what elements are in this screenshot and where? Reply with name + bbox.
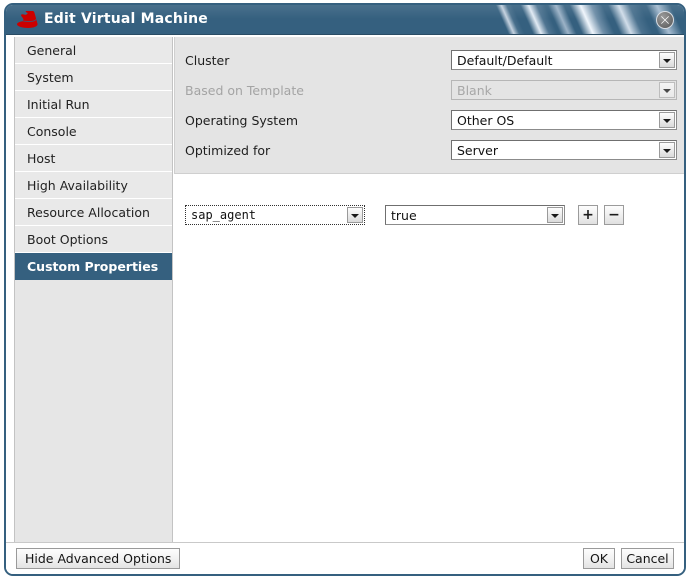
sidebar-item-high-availability[interactable]: High Availability — [15, 172, 172, 199]
sidebar-item-boot-options[interactable]: Boot Options — [15, 226, 172, 253]
chevron-down-icon — [659, 82, 675, 98]
remove-property-button[interactable]: − — [604, 205, 624, 225]
sidebar-item-general[interactable]: General — [15, 37, 172, 64]
cancel-button[interactable]: Cancel — [621, 548, 674, 569]
sidebar-item-custom-properties[interactable]: Custom Properties — [15, 253, 172, 280]
based-on-template-label: Based on Template — [185, 83, 304, 98]
chevron-down-icon[interactable] — [547, 207, 563, 223]
sidebar: General System Initial Run Console Host … — [14, 37, 173, 546]
custom-property-key-value: sap_agent — [191, 208, 256, 223]
form-row-cluster: Cluster Default/Default — [175, 46, 686, 76]
custom-property-value-value: true — [391, 208, 417, 223]
dialog-body: General System Initial Run Console Host … — [6, 35, 684, 548]
optimized-for-select[interactable]: Server — [451, 140, 677, 160]
sidebar-item-host[interactable]: Host — [15, 145, 172, 172]
plus-icon: + — [579, 206, 597, 224]
operating-system-label: Operating System — [185, 113, 298, 128]
main-content: Cluster Default/Default Based on Templat… — [173, 37, 682, 546]
chevron-down-icon[interactable] — [347, 207, 363, 223]
vm-summary-panel: Cluster Default/Default Based on Templat… — [174, 37, 686, 174]
based-on-template-select: Blank — [451, 80, 677, 100]
optimized-for-label: Optimized for — [185, 143, 270, 158]
based-on-template-value: Blank — [457, 83, 492, 98]
titlebar-streaks — [424, 5, 684, 34]
custom-property-value-select[interactable]: true — [385, 205, 565, 225]
form-row-operating-system: Operating System Other OS — [175, 106, 686, 136]
sidebar-item-initial-run[interactable]: Initial Run — [15, 91, 172, 118]
custom-property-row: sap_agent true + − — [185, 205, 665, 229]
chevron-down-icon[interactable] — [659, 52, 675, 68]
edit-vm-dialog: Edit Virtual Machine General System Init… — [4, 3, 686, 576]
sidebar-item-console[interactable]: Console — [15, 118, 172, 145]
sidebar-item-system[interactable]: System — [15, 64, 172, 91]
chevron-down-icon[interactable] — [659, 112, 675, 128]
optimized-for-value: Server — [457, 143, 498, 158]
window-title: Edit Virtual Machine — [44, 10, 208, 29]
form-row-based-on-template: Based on Template Blank — [175, 76, 686, 106]
dialog-footer: Hide Advanced Options OK Cancel — [6, 542, 684, 574]
minus-icon: − — [605, 206, 623, 224]
cluster-label: Cluster — [185, 53, 229, 68]
cluster-value: Default/Default — [457, 53, 553, 68]
operating-system-value: Other OS — [457, 113, 514, 128]
sidebar-item-resource-allocation[interactable]: Resource Allocation — [15, 199, 172, 226]
chevron-down-icon[interactable] — [659, 142, 675, 158]
cluster-select[interactable]: Default/Default — [451, 50, 677, 70]
operating-system-select[interactable]: Other OS — [451, 110, 677, 130]
add-property-button[interactable]: + — [578, 205, 598, 225]
redhat-shadowman-icon — [16, 11, 38, 28]
title-bar: Edit Virtual Machine — [6, 5, 684, 35]
close-icon[interactable] — [656, 11, 674, 29]
form-row-optimized-for: Optimized for Server — [175, 136, 686, 166]
hide-advanced-options-button[interactable]: Hide Advanced Options — [16, 548, 180, 569]
ok-button[interactable]: OK — [583, 548, 615, 569]
custom-property-key-select[interactable]: sap_agent — [185, 205, 365, 225]
